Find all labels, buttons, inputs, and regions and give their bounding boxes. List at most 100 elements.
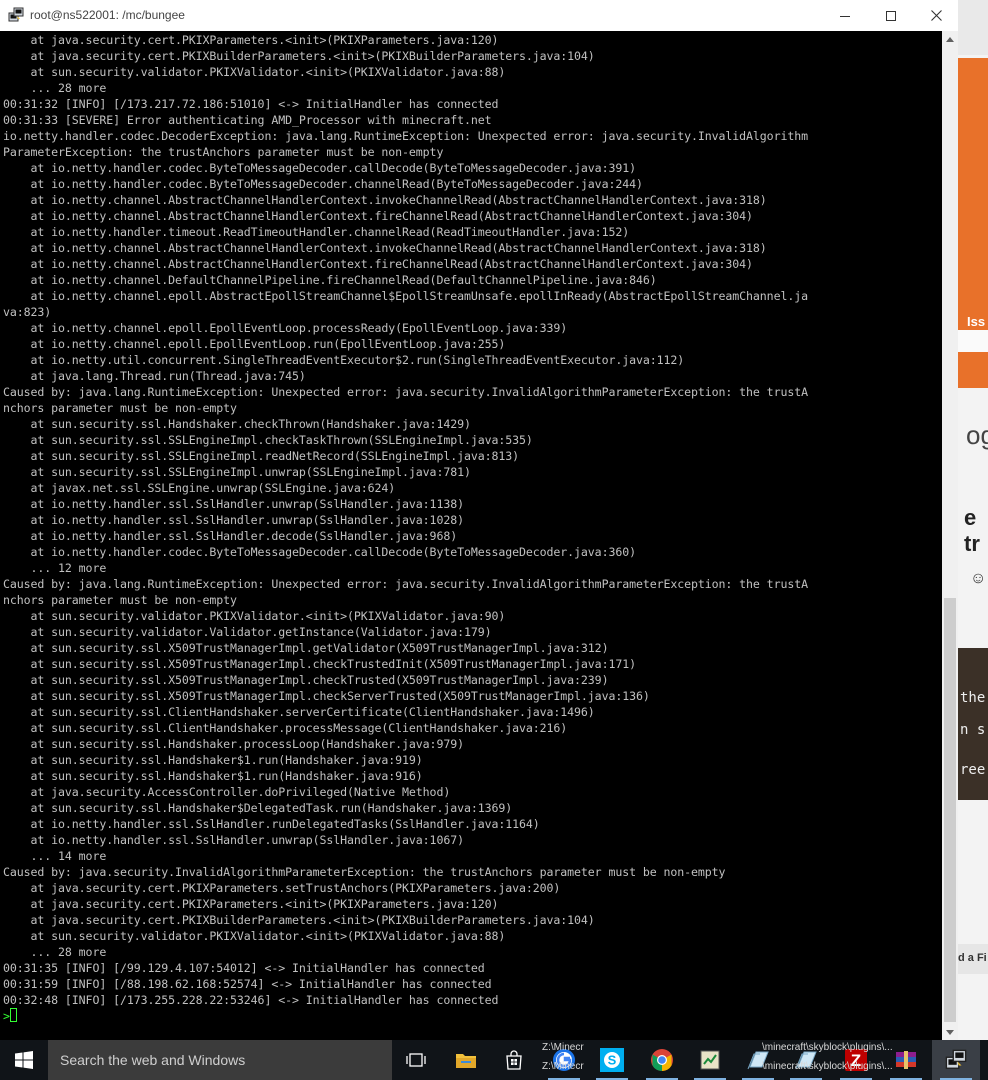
terminal-line: 00:31:33 [SEVERE] Error authenticating A…	[3, 113, 492, 127]
putty-icon	[945, 1049, 967, 1069]
terminal-line: ... 28 more	[3, 81, 107, 95]
chrome-app-taskbar-button[interactable]	[540, 1040, 588, 1080]
screenshot-text-fragment: ree	[960, 762, 986, 778]
terminal-line: at sun.security.ssl.Handshaker.processLo…	[3, 737, 465, 751]
windows-taskbar: Search the web and Windows S Z Z:\Minecr…	[0, 1040, 988, 1080]
terminal-text: at java.security.cert.PKIXParameters.<in…	[3, 32, 808, 1024]
close-icon	[930, 10, 942, 21]
task-view-button[interactable]	[392, 1040, 440, 1080]
terminal-line: at sun.security.ssl.ClientHandshaker.pro…	[3, 721, 568, 735]
terminal-line: at java.security.AccessController.doPriv…	[3, 785, 451, 799]
scroll-thumb[interactable]	[944, 598, 956, 1022]
terminal-line: at java.security.cert.PKIXBuilderParamet…	[3, 49, 595, 63]
terminal-line: at io.netty.channel.AbstractChannelHandl…	[3, 257, 754, 271]
terminal-line: nchors parameter must be non-empty	[3, 593, 237, 607]
terminal-line: ... 12 more	[3, 561, 107, 575]
maximize-button[interactable]	[868, 0, 914, 31]
terminal-line: at sun.security.ssl.Handshaker.checkThro…	[3, 417, 471, 431]
terminal-line: at io.netty.channel.DefaultChannelPipeli…	[3, 273, 657, 287]
terminal-scrollbar[interactable]	[942, 31, 958, 1040]
terminal-line: at io.netty.handler.ssl.SslHandler.decod…	[3, 529, 458, 543]
chrome-logo-icon	[553, 1049, 575, 1071]
terminal-line: va:823)	[3, 305, 52, 319]
terminal-line: at io.netty.handler.ssl.SslHandler.unwra…	[3, 833, 465, 847]
attach-file-fragment[interactable]: d a Fi	[958, 944, 988, 974]
screenshot-text-fragment: n s	[960, 722, 986, 738]
terminal-line: 00:31:59 [INFO] [/88.198.62.168:52574] <…	[3, 977, 492, 991]
terminal-line: at java.security.cert.PKIXParameters.<in…	[3, 897, 499, 911]
terminal-prompt: >	[3, 1009, 10, 1023]
putty-taskbar-button[interactable]	[932, 1040, 980, 1080]
terminal-line: ... 28 more	[3, 945, 107, 959]
terminal-line: at sun.security.ssl.ClientHandshaker.ser…	[3, 705, 595, 719]
terminal-line: Caused by: java.security.InvalidAlgorith…	[3, 865, 726, 879]
winrar-icon	[896, 1051, 916, 1069]
minimize-icon	[840, 15, 850, 17]
bookmark-icon	[747, 1051, 769, 1070]
terminal-line: at javax.net.ssl.SSLEngine.unwrap(SSLEng…	[3, 481, 396, 495]
terminal-line: at io.netty.channel.epoll.EpollEventLoop…	[3, 321, 568, 335]
terminal-line: 00:31:35 [INFO] [/99.129.4.107:54012] <-…	[3, 961, 485, 975]
maximize-icon	[886, 10, 896, 21]
terminal-line: Caused by: java.lang.RuntimeException: U…	[3, 385, 808, 399]
file-explorer-icon	[456, 1054, 476, 1068]
store-icon	[506, 1050, 522, 1070]
terminal-line: at sun.security.ssl.Handshaker$Delegated…	[3, 801, 513, 815]
site-header-banner: Iss	[958, 58, 988, 330]
site-nav-bar	[958, 352, 988, 388]
terminal-line: Caused by: java.lang.RuntimeException: U…	[3, 577, 808, 591]
winrar-taskbar-button[interactable]	[882, 1040, 930, 1080]
filezilla-icon: Z	[845, 1049, 867, 1071]
minimize-button[interactable]	[822, 0, 868, 31]
search-placeholder: Search the web and Windows	[60, 1052, 246, 1068]
putty-terminal-window[interactable]: root@ns522001: /mc/bungee at java.securi…	[0, 0, 958, 1040]
skype-taskbar-button[interactable]: S	[588, 1040, 636, 1080]
title-bar[interactable]: root@ns522001: /mc/bungee	[0, 0, 958, 31]
terminal-output[interactable]: at java.security.cert.PKIXParameters.<in…	[0, 31, 942, 1040]
task-view-icon	[406, 1053, 426, 1067]
filezilla-taskbar-button[interactable]: Z	[832, 1040, 880, 1080]
terminal-line: nchors parameter must be non-empty	[3, 401, 237, 415]
bookmark-taskbar-button[interactable]	[734, 1040, 782, 1080]
close-button[interactable]	[913, 0, 959, 31]
file-explorer-taskbar-button[interactable]	[442, 1040, 490, 1080]
notepad-icon	[700, 1050, 720, 1070]
terminal-line: at java.lang.Thread.run(Thread.java:745)	[3, 369, 306, 383]
terminal-line: at sun.security.ssl.Handshaker$1.run(Han…	[3, 753, 423, 767]
attach-file-label: d a Fi	[958, 952, 987, 964]
login-heading-fragment: ogi	[966, 420, 988, 450]
terminal-line: at sun.security.validator.PKIXValidator.…	[3, 609, 506, 623]
terminal-line: at sun.security.ssl.X509TrustManagerImpl…	[3, 673, 609, 687]
start-button[interactable]	[0, 1040, 48, 1080]
browser-toolbar	[958, 0, 988, 55]
chrome-icon	[651, 1049, 673, 1071]
terminal-line: at sun.security.ssl.X509TrustManagerImpl…	[3, 689, 650, 703]
terminal-line: at io.netty.channel.AbstractChannelHandl…	[3, 209, 754, 223]
search-box[interactable]: Search the web and Windows	[48, 1040, 392, 1080]
terminal-line: at sun.security.ssl.X509TrustManagerImpl…	[3, 641, 609, 655]
emoji-icon[interactable]: ☺	[970, 570, 986, 588]
store-taskbar-button[interactable]	[490, 1040, 538, 1080]
background-browser-window[interactable]: Iss ogi e tr ☺ the n s ree d a Fi	[958, 0, 988, 1040]
bookmark-taskbar-button-2[interactable]	[782, 1040, 830, 1080]
scroll-up-button[interactable]	[942, 31, 958, 47]
terminal-line: at io.netty.handler.timeout.ReadTimeoutH…	[3, 225, 630, 239]
terminal-line: at io.netty.handler.codec.ByteToMessageD…	[3, 161, 637, 175]
terminal-line: at java.security.cert.PKIXBuilderParamet…	[3, 913, 595, 927]
putty-icon[interactable]	[8, 7, 24, 23]
terminal-line: at io.netty.handler.codec.ByteToMessageD…	[3, 177, 643, 191]
terminal-line: at sun.security.ssl.SSLEngineImpl.readNe…	[3, 449, 520, 463]
chrome-taskbar-button[interactable]	[638, 1040, 686, 1080]
terminal-line: at io.netty.channel.epoll.EpollEventLoop…	[3, 337, 506, 351]
issues-tab-fragment[interactable]: Iss	[967, 314, 985, 329]
terminal-line: at sun.security.ssl.X509TrustManagerImpl…	[3, 657, 637, 671]
terminal-line: at io.netty.handler.ssl.SslHandler.runDe…	[3, 817, 540, 831]
notepad-taskbar-button[interactable]	[686, 1040, 734, 1080]
scroll-down-button[interactable]	[942, 1024, 958, 1040]
terminal-line: at sun.security.validator.Validator.getI…	[3, 625, 492, 639]
arrow-up-icon	[946, 36, 954, 42]
thread-title-fragment: e tr	[964, 505, 980, 556]
terminal-line: at sun.security.validator.PKIXValidator.…	[3, 65, 506, 79]
terminal-line: at sun.security.validator.PKIXValidator.…	[3, 929, 506, 943]
screenshot-text-fragment: the	[960, 690, 986, 706]
